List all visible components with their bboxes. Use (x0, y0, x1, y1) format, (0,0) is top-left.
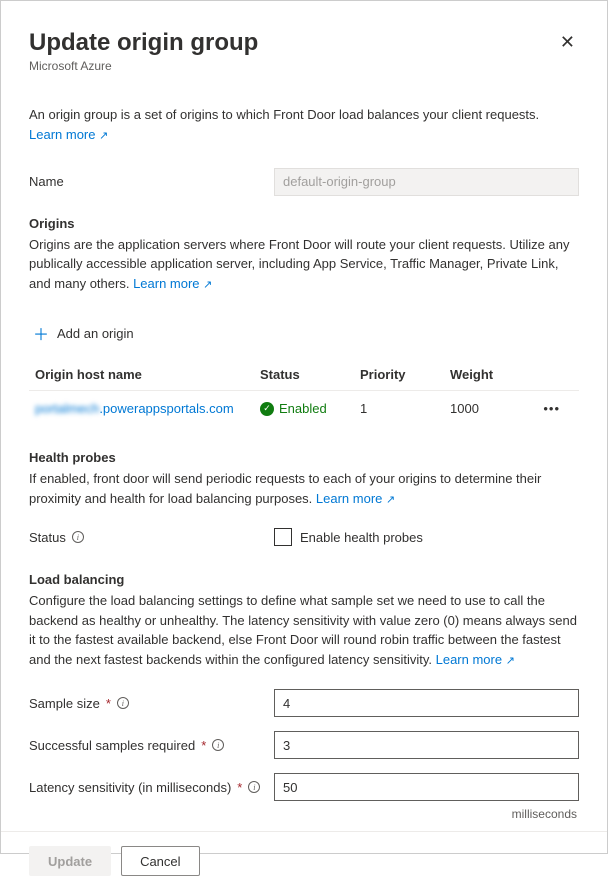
origin-host-link[interactable]: portalmech.powerappsportals.com (35, 401, 234, 416)
origin-weight-cell: 1000 (450, 401, 530, 416)
enable-health-probes-checkbox[interactable] (274, 528, 292, 546)
plus-icon: ＋ (33, 321, 49, 345)
name-field-row: Name (29, 168, 579, 196)
sample-size-input[interactable] (274, 689, 579, 717)
panel-footer: Update Cancel (1, 831, 607, 896)
col-weight-header: Weight (450, 367, 530, 382)
load-learn-more-link[interactable]: Learn more ↗ (436, 652, 515, 667)
health-status-label: Status (29, 530, 66, 545)
info-icon[interactable]: i (117, 697, 129, 709)
required-asterisk: * (106, 696, 111, 711)
origins-heading: Origins (29, 216, 579, 231)
load-desc: Configure the load balancing settings to… (29, 591, 579, 669)
update-button[interactable]: Update (29, 846, 111, 876)
origin-host-cell: portalmech.powerappsportals.com (35, 401, 260, 416)
latency-sensitivity-row: Latency sensitivity (in milliseconds) * … (29, 773, 579, 801)
external-link-icon: ↗ (506, 653, 515, 670)
required-asterisk: * (201, 738, 206, 753)
external-link-icon: ↗ (99, 129, 108, 142)
origin-group-panel: Update origin group Microsoft Azure ✕ An… (0, 0, 608, 854)
required-asterisk: * (237, 780, 242, 795)
external-link-icon: ↗ (386, 492, 395, 509)
origins-desc: Origins are the application servers wher… (29, 235, 579, 294)
col-status-header: Status (260, 367, 360, 382)
col-priority-header: Priority (360, 367, 450, 382)
health-status-row: Status i Enable health probes (29, 528, 579, 546)
sample-size-row: Sample size * i (29, 689, 579, 717)
latency-sensitivity-input[interactable] (274, 773, 579, 801)
info-icon[interactable]: i (72, 531, 84, 543)
load-heading: Load balancing (29, 572, 579, 587)
health-learn-more-link[interactable]: Learn more ↗ (316, 491, 395, 506)
table-row: portalmech.powerappsportals.com ✓ Enable… (29, 391, 579, 426)
table-header: Origin host name Status Priority Weight (29, 359, 579, 391)
close-icon[interactable]: ✕ (556, 29, 579, 55)
row-menu-icon[interactable]: ••• (530, 401, 560, 416)
name-input (274, 168, 579, 196)
intro-text: An origin group is a set of origins to w… (29, 105, 579, 125)
health-heading: Health probes (29, 450, 579, 465)
col-host-header: Origin host name (35, 367, 260, 382)
successful-samples-input[interactable] (274, 731, 579, 759)
external-link-icon: ↗ (203, 277, 212, 294)
origin-status-cell: ✓ Enabled (260, 401, 360, 416)
info-icon[interactable]: i (248, 781, 260, 793)
latency-unit: milliseconds (29, 807, 579, 821)
intro-learn-more-link[interactable]: Learn more ↗ (29, 127, 108, 142)
panel-title: Update origin group (29, 29, 258, 57)
enable-health-probes-label: Enable health probes (300, 530, 423, 545)
origins-table: Origin host name Status Priority Weight … (29, 359, 579, 426)
health-desc: If enabled, front door will send periodi… (29, 469, 579, 508)
origin-priority-cell: 1 (360, 401, 450, 416)
panel-header: Update origin group Microsoft Azure ✕ (29, 29, 579, 73)
origins-learn-more-link[interactable]: Learn more ↗ (133, 276, 212, 291)
cancel-button[interactable]: Cancel (121, 846, 199, 876)
add-origin-button[interactable]: ＋ Add an origin (33, 321, 575, 345)
panel-subtitle: Microsoft Azure (29, 59, 258, 73)
info-icon[interactable]: i (212, 739, 224, 751)
successful-samples-row: Successful samples required * i (29, 731, 579, 759)
check-circle-icon: ✓ (260, 402, 274, 416)
name-label: Name (29, 174, 274, 189)
